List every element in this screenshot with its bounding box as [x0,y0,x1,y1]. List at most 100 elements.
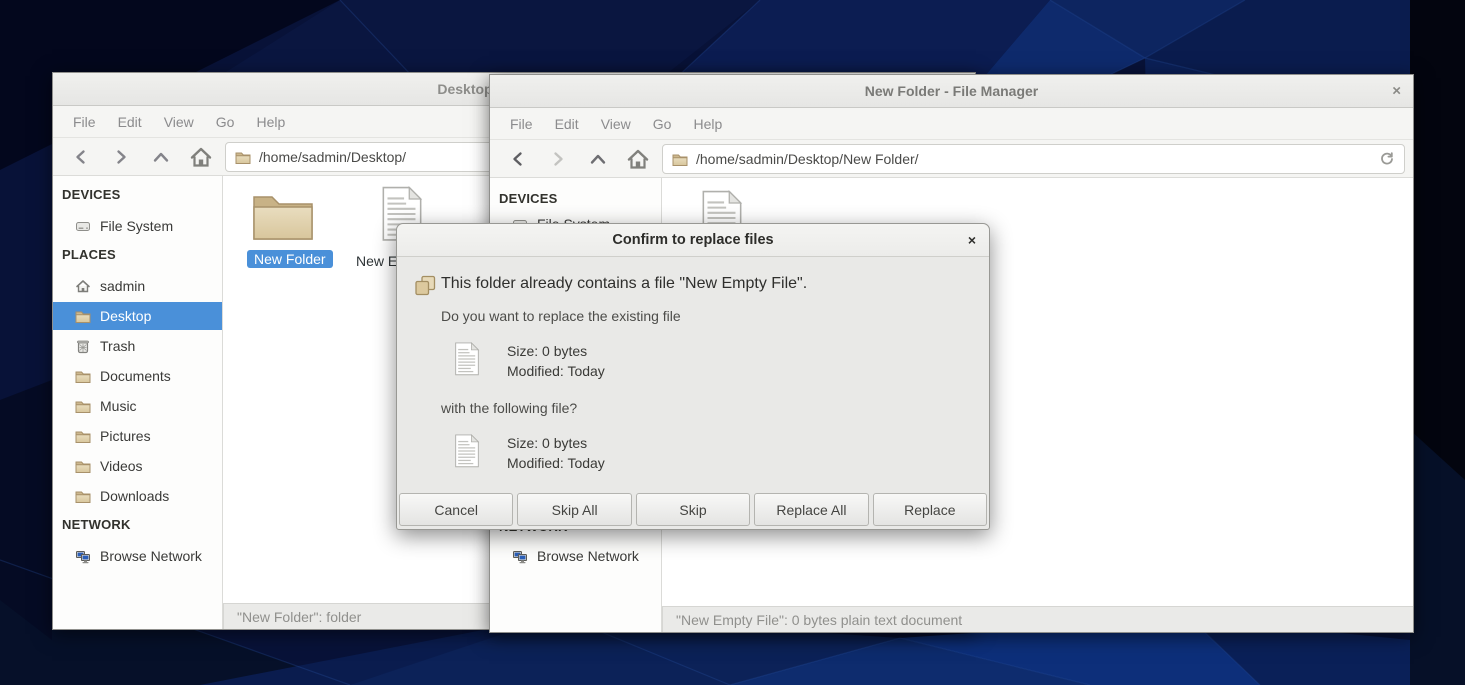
chevron-left-icon [510,151,526,167]
dialog-title: Confirm to replace files [612,232,773,248]
skip-button[interactable]: Skip [636,493,750,526]
sidebar-header-devices: DEVICES [499,188,557,208]
home-icon [627,148,649,170]
menu-go[interactable]: Go [205,114,246,130]
menu-file[interactable]: File [499,116,544,132]
folder-icon [75,398,91,414]
sidebar-item-downloads[interactable]: Downloads [53,482,222,510]
toolbar: /home/sadmin/Desktop/New Folder/ [490,140,1413,178]
sidebar-item-videos[interactable]: Videos [53,452,222,480]
sidebar-item-browse-network[interactable]: Browse Network [490,542,661,570]
chevron-left-icon [73,149,89,165]
network-icon [512,548,528,564]
existing-file-size: Size: 0 bytes [507,341,605,361]
menu-view[interactable]: View [590,116,642,132]
sidebar-item-trash[interactable]: Trash [53,332,222,360]
up-button[interactable] [578,144,618,174]
menu-edit[interactable]: Edit [107,114,153,130]
dialog-titlebar[interactable]: Confirm to replace files × [397,224,989,257]
folder-icon [75,428,91,444]
file-label-new-folder[interactable]: New Folder [247,250,333,268]
folder-icon [235,149,251,165]
sidebar-item-file-system[interactable]: File System [53,212,222,240]
sidebar-item-label: Downloads [100,488,169,504]
existing-file-modified: Modified: Today [507,361,605,381]
file-icon-new-folder[interactable] [251,190,315,242]
sidebar-item-label: Browse Network [537,548,639,564]
home-icon [190,146,212,168]
sidebar-item-label: Videos [100,458,143,474]
status-text: "New Empty File": 0 bytes plain text doc… [676,612,962,628]
replace-button[interactable]: Replace [873,493,987,526]
folder-icon [75,458,91,474]
folder-icon [75,308,91,324]
skip-all-button[interactable]: Skip All [517,493,631,526]
sidebar-header-devices: DEVICES [62,184,120,204]
sidebar: DEVICES File System PLACES sadmin Deskto… [53,176,223,629]
sidebar-item-label: Browse Network [100,548,202,564]
new-file-info: Size: 0 bytes Modified: Today [507,433,605,473]
menu-view[interactable]: View [153,114,205,130]
chevron-up-icon [589,151,607,167]
close-icon[interactable]: × [968,233,976,247]
sidebar-item-label: Music [100,398,137,414]
sidebar-item-label: Documents [100,368,171,384]
back-button[interactable] [498,144,538,174]
home-button[interactable] [618,144,658,174]
menu-file[interactable]: File [62,114,107,130]
dialog-message: This folder already contains a file "New… [441,275,807,293]
up-button[interactable] [141,142,181,172]
network-icon [75,548,91,564]
cancel-button[interactable]: Cancel [399,493,513,526]
sidebar-item-label: File System [100,218,173,234]
sidebar-header-network: NETWORK [62,514,131,534]
copy-files-icon [414,275,437,297]
reload-icon[interactable] [1379,151,1395,167]
sidebar-item-documents[interactable]: Documents [53,362,222,390]
statusbar: "New Empty File": 0 bytes plain text doc… [662,606,1413,632]
dialog-question: Do you want to replace the existing file [441,308,681,324]
chevron-right-icon [550,151,566,167]
sidebar-item-label: Trash [100,338,135,354]
folder-icon [672,151,688,167]
status-text: "New Folder": folder [237,609,361,625]
forward-button[interactable] [101,142,141,172]
sidebar-item-label: sadmin [100,278,145,294]
menu-help[interactable]: Help [682,116,733,132]
drive-icon [75,218,91,234]
folder-icon [75,488,91,504]
sidebar-item-label: Pictures [100,428,151,444]
chevron-right-icon [113,149,129,165]
new-file-modified: Modified: Today [507,453,605,473]
existing-file-info: Size: 0 bytes Modified: Today [507,341,605,381]
sidebar-item-pictures[interactable]: Pictures [53,422,222,450]
titlebar[interactable]: New Folder - File Manager × [490,75,1413,108]
sidebar-item-sadmin[interactable]: sadmin [53,272,222,300]
home-icon [75,278,91,294]
new-file-size: Size: 0 bytes [507,433,605,453]
sidebar-item-desktop[interactable]: Desktop [53,302,222,330]
sidebar-item-music[interactable]: Music [53,392,222,420]
menu-help[interactable]: Help [245,114,296,130]
back-button[interactable] [61,142,101,172]
menu-go[interactable]: Go [642,116,683,132]
sidebar-item-browse-network[interactable]: Browse Network [53,542,222,570]
dialog-prompt2: with the following file? [441,400,577,416]
new-file-icon [454,434,480,468]
window-title: New Folder - File Manager [865,83,1038,99]
folder-icon [75,368,91,384]
home-button[interactable] [181,142,221,172]
menu-edit[interactable]: Edit [544,116,590,132]
replace-all-button[interactable]: Replace All [754,493,868,526]
chevron-up-icon [152,149,170,165]
close-icon[interactable]: × [1392,84,1401,99]
path-bar[interactable]: /home/sadmin/Desktop/New Folder/ [662,144,1405,174]
path-text: /home/sadmin/Desktop/New Folder/ [696,151,1371,167]
sidebar-header-places: PLACES [62,244,116,264]
trash-icon [75,338,91,354]
menubar: File Edit View Go Help [490,108,1413,140]
dialog-confirm-replace: Confirm to replace files × This folder a… [396,223,990,530]
existing-file-icon [454,342,480,376]
forward-button[interactable] [538,144,578,174]
sidebar-item-label: Desktop [100,308,151,324]
